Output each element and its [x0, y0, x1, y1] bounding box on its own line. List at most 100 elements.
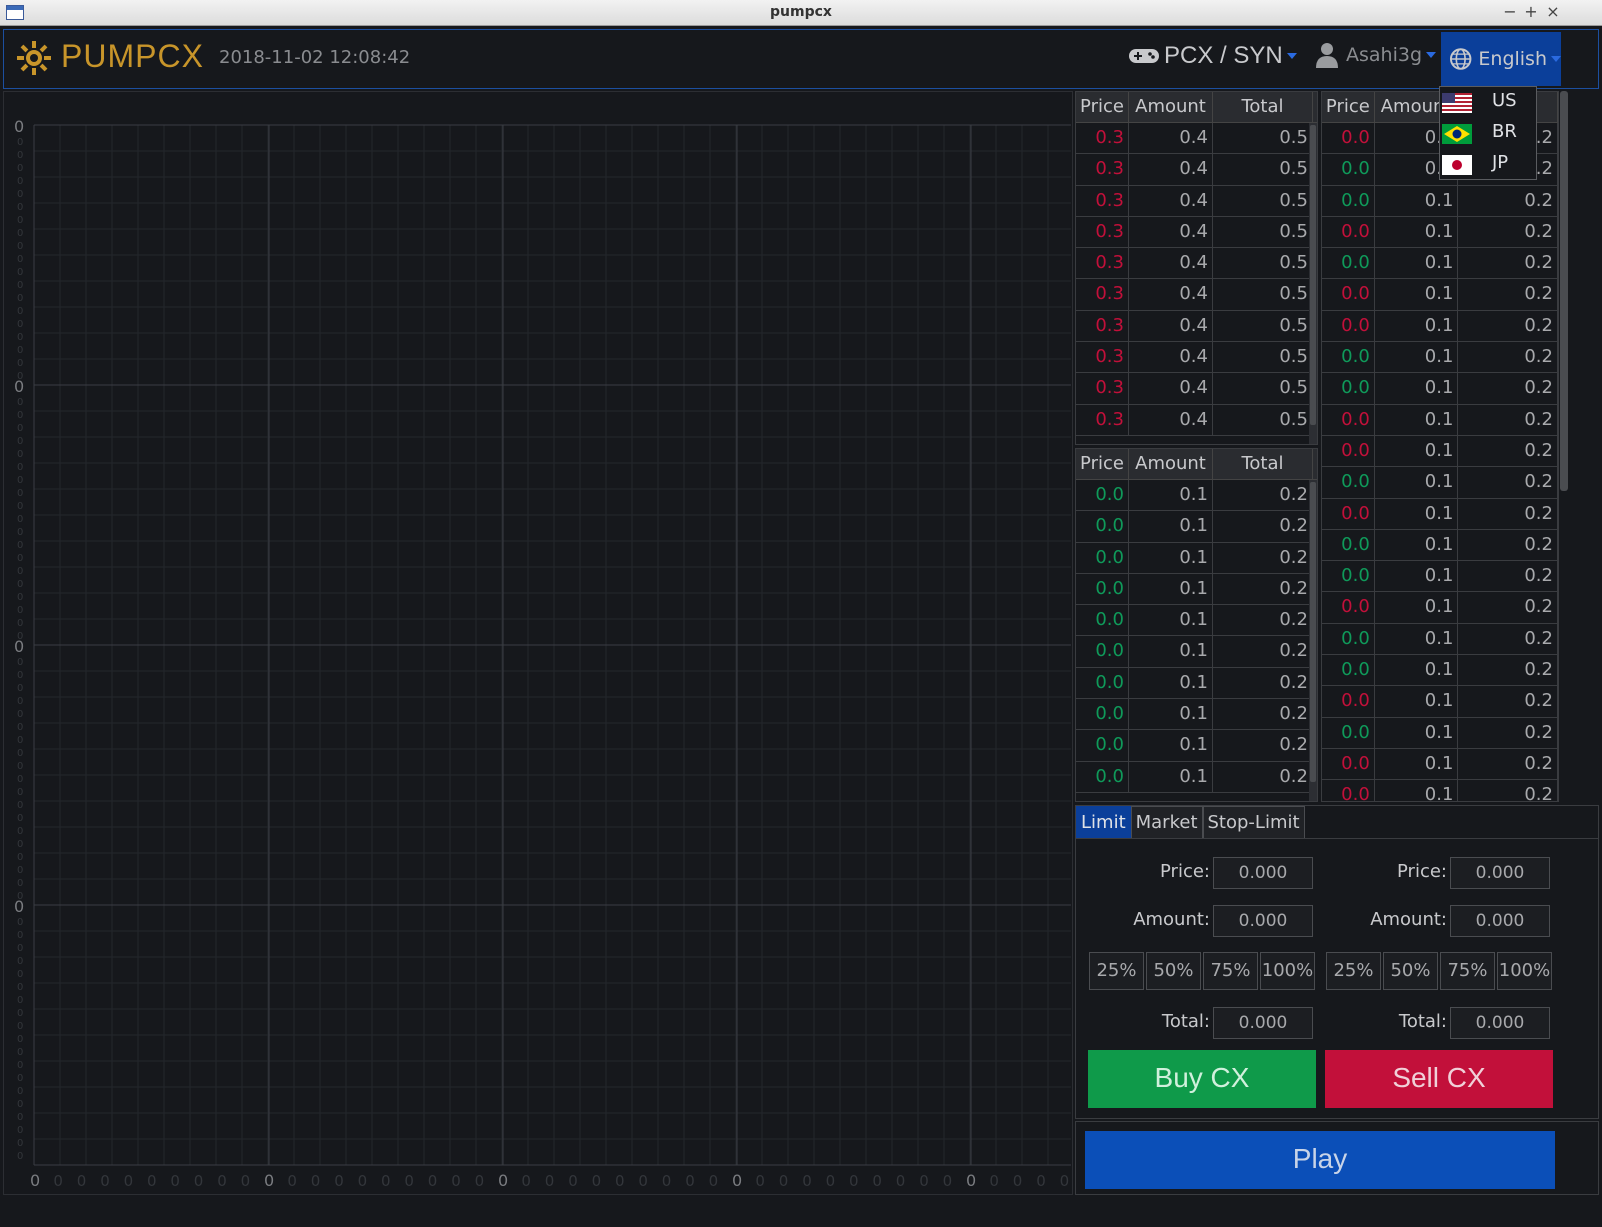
table-row[interactable]: 0.00.10.2	[1322, 529, 1558, 562]
y-axis-tick-label: 0	[17, 1073, 23, 1084]
menu-item-br[interactable]: BR	[1440, 118, 1538, 149]
table-row[interactable]: 0.00.10.2	[1322, 310, 1558, 343]
table-row[interactable]: 0.00.10.2	[1076, 636, 1317, 668]
price-cell: 0.0	[1076, 605, 1129, 636]
table-row[interactable]: 0.3 0.4 0.5	[1076, 154, 1317, 186]
trade-history-scrollbar[interactable]	[1560, 91, 1568, 491]
tab-limit[interactable]: Limit	[1076, 806, 1131, 839]
table-row[interactable]: 0.00.10.2	[1076, 480, 1317, 512]
buy-amount-input[interactable]: 0.000	[1213, 905, 1313, 937]
sell-100-percent-button[interactable]: 100%	[1497, 952, 1552, 990]
table-row[interactable]: 0.00.10.2	[1322, 623, 1558, 656]
table-row[interactable]: 0.00.10.2	[1322, 404, 1558, 436]
minimize-button[interactable]: −	[1500, 2, 1520, 21]
table-row[interactable]: 0.00.10.2	[1322, 279, 1558, 311]
sell-75-percent-button[interactable]: 75%	[1440, 952, 1495, 990]
language-selector[interactable]: English	[1441, 32, 1561, 86]
table-row[interactable]: 0.00.10.2	[1322, 780, 1558, 801]
table-row[interactable]: 0.00.10.2	[1322, 748, 1558, 781]
table-row[interactable]: 0.00.10.2	[1322, 498, 1558, 530]
price-chart[interactable]: 0 0 0 0 0 0 0 0 0 0 0 0 0 0 0 0 0 0 0 0 0 0 0 0 0 0 0 0 0 0 0 0 0 0 0 0 0 0 0 0…	[3, 91, 1073, 1195]
buy-button[interactable]: Buy CX	[1088, 1050, 1316, 1108]
total-cell: 0.5	[1213, 279, 1313, 310]
y-axis-tick-label: 0	[17, 319, 23, 330]
sell-button[interactable]: Sell CX	[1325, 1050, 1553, 1108]
table-row[interactable]: 0.00.10.2	[1322, 342, 1558, 374]
play-button[interactable]: Play	[1085, 1131, 1555, 1189]
chart-canvas[interactable]: 0 0 0 0 0 0 0 0 0 0 0 0 0 0 0 0 0 0 0 0 0 0 0 0 0 0 0 0 0 0 0 0 0 0 0 0 0 0 0 0…	[4, 92, 1072, 1194]
sell-book-scrollbar[interactable]	[1309, 123, 1317, 444]
sell-book-scroll-thumb[interactable]	[1310, 125, 1316, 425]
table-row[interactable]: 0.00.10.2	[1322, 592, 1558, 624]
y-axis-tick-label: 0	[17, 1086, 23, 1097]
sell-25-percent-button[interactable]: 25%	[1326, 952, 1381, 990]
table-row[interactable]: 0.00.10.2	[1322, 185, 1558, 217]
sell-order-book[interactable]: Price Amount Total 0.3 0.4 0.5 0.3 0.4 0.5 0.3…	[1075, 91, 1318, 445]
y-axis-tick-label: 0	[14, 637, 24, 656]
y-axis-tick-label: 0	[17, 553, 23, 564]
table-row[interactable]: 0.3 0.4 0.5	[1076, 279, 1317, 311]
buy-100-percent-button[interactable]: 100%	[1260, 952, 1315, 990]
table-row[interactable]: 0.00.10.2	[1322, 435, 1558, 468]
table-row[interactable]: 0.3 0.4 0.5	[1076, 216, 1317, 249]
sell-50-percent-button[interactable]: 50%	[1383, 952, 1438, 990]
table-row[interactable]: 0.3 0.4 0.5	[1076, 248, 1317, 280]
buy-50-percent-button[interactable]: 50%	[1146, 952, 1201, 990]
column-header-total: Total	[1213, 92, 1313, 122]
sell-amount-input[interactable]: 0.000	[1450, 905, 1550, 937]
table-row[interactable]: 0.00.10.2	[1076, 667, 1317, 700]
table-row[interactable]: 0.00.10.2	[1322, 467, 1558, 499]
trade-history[interactable]: Price Amount Total 0.00.10.20.00.10.20.0…	[1321, 91, 1559, 802]
table-row[interactable]: 0.00.10.2	[1322, 686, 1558, 718]
tab-stop-limit[interactable]: Stop-Limit	[1202, 806, 1305, 839]
buy-total-input[interactable]: 0.000	[1213, 1007, 1313, 1039]
buy-book-scrollbar[interactable]	[1309, 480, 1317, 801]
table-row[interactable]: 0.00.10.2	[1076, 542, 1317, 574]
table-row[interactable]: 0.00.10.2	[1322, 655, 1558, 687]
menu-item-us[interactable]: US	[1440, 87, 1538, 118]
order-form-panel: Limit Market Stop-Limit Price: 0.000 Amo…	[1075, 805, 1599, 1119]
maximize-button[interactable]: +	[1521, 2, 1541, 21]
y-axis-tick-label: 0	[17, 969, 23, 980]
table-row[interactable]: 0.3 0.4 0.5	[1076, 123, 1317, 155]
pair-selector[interactable]: PCX / SYN	[1128, 42, 1297, 70]
sell-total-input[interactable]: 0.000	[1450, 1007, 1550, 1039]
table-row[interactable]: 0.3 0.4 0.5	[1076, 373, 1317, 405]
table-row[interactable]: 0.00.10.2	[1322, 216, 1558, 249]
x-axis-tick-label: 0	[802, 1172, 812, 1190]
table-row[interactable]: 0.3 0.4 0.5	[1076, 342, 1317, 374]
buy-order-book[interactable]: Price Amount Total 0.0 0.1 0.2 0.0 0.1 0.2 0.0…	[1075, 448, 1318, 802]
table-row[interactable]: 0.00.10.2	[1076, 511, 1317, 543]
sell-price-input[interactable]: 0.000	[1450, 857, 1550, 889]
y-axis-tick-label: 0	[17, 293, 23, 304]
tab-market[interactable]: Market	[1130, 806, 1203, 839]
table-row[interactable]: 0.3 0.4 0.5	[1076, 404, 1317, 436]
table-row[interactable]: 0.00.10.2	[1322, 373, 1558, 405]
total-cell: 0.2	[1458, 467, 1558, 498]
close-button[interactable]: ×	[1543, 2, 1563, 21]
menu-item-jp[interactable]: JP	[1440, 149, 1538, 180]
table-row[interactable]: 0.00.10.2	[1322, 248, 1558, 280]
table-row[interactable]: 0.00.10.2	[1076, 761, 1317, 793]
amount-cell: 0.1	[1375, 780, 1459, 801]
amount-cell: 0.1	[1129, 605, 1213, 636]
table-row[interactable]: 0.00.10.2	[1076, 730, 1317, 762]
table-row[interactable]: 0.3 0.4 0.5	[1076, 185, 1317, 217]
user-menu[interactable]: Asahi3g	[1316, 42, 1437, 68]
table-row[interactable]: 0.00.10.2	[1076, 699, 1317, 731]
table-row[interactable]: 0.3 0.4 0.5	[1076, 310, 1317, 343]
table-row[interactable]: 0.00.10.2	[1322, 717, 1558, 749]
table-row[interactable]: 0.00.10.2	[1076, 573, 1317, 606]
x-axis-tick-label: 0	[662, 1172, 672, 1190]
buy-book-scroll-thumb[interactable]	[1310, 482, 1316, 782]
x-axis-tick-label: 0	[170, 1172, 180, 1190]
username: Asahi3g	[1346, 44, 1423, 66]
trade-history-rows: 0.00.10.20.00.10.20.00.10.20.00.10.20.00…	[1322, 123, 1558, 801]
buy-price-input[interactable]: 0.000	[1213, 857, 1313, 889]
buy-75-percent-button[interactable]: 75%	[1203, 952, 1258, 990]
price-cell: 0.0	[1322, 404, 1375, 435]
table-row[interactable]: 0.00.10.2	[1076, 605, 1317, 637]
table-row[interactable]: 0.00.10.2	[1322, 561, 1558, 593]
buy-25-percent-button[interactable]: 25%	[1089, 952, 1144, 990]
amount-cell: 0.1	[1375, 435, 1459, 467]
